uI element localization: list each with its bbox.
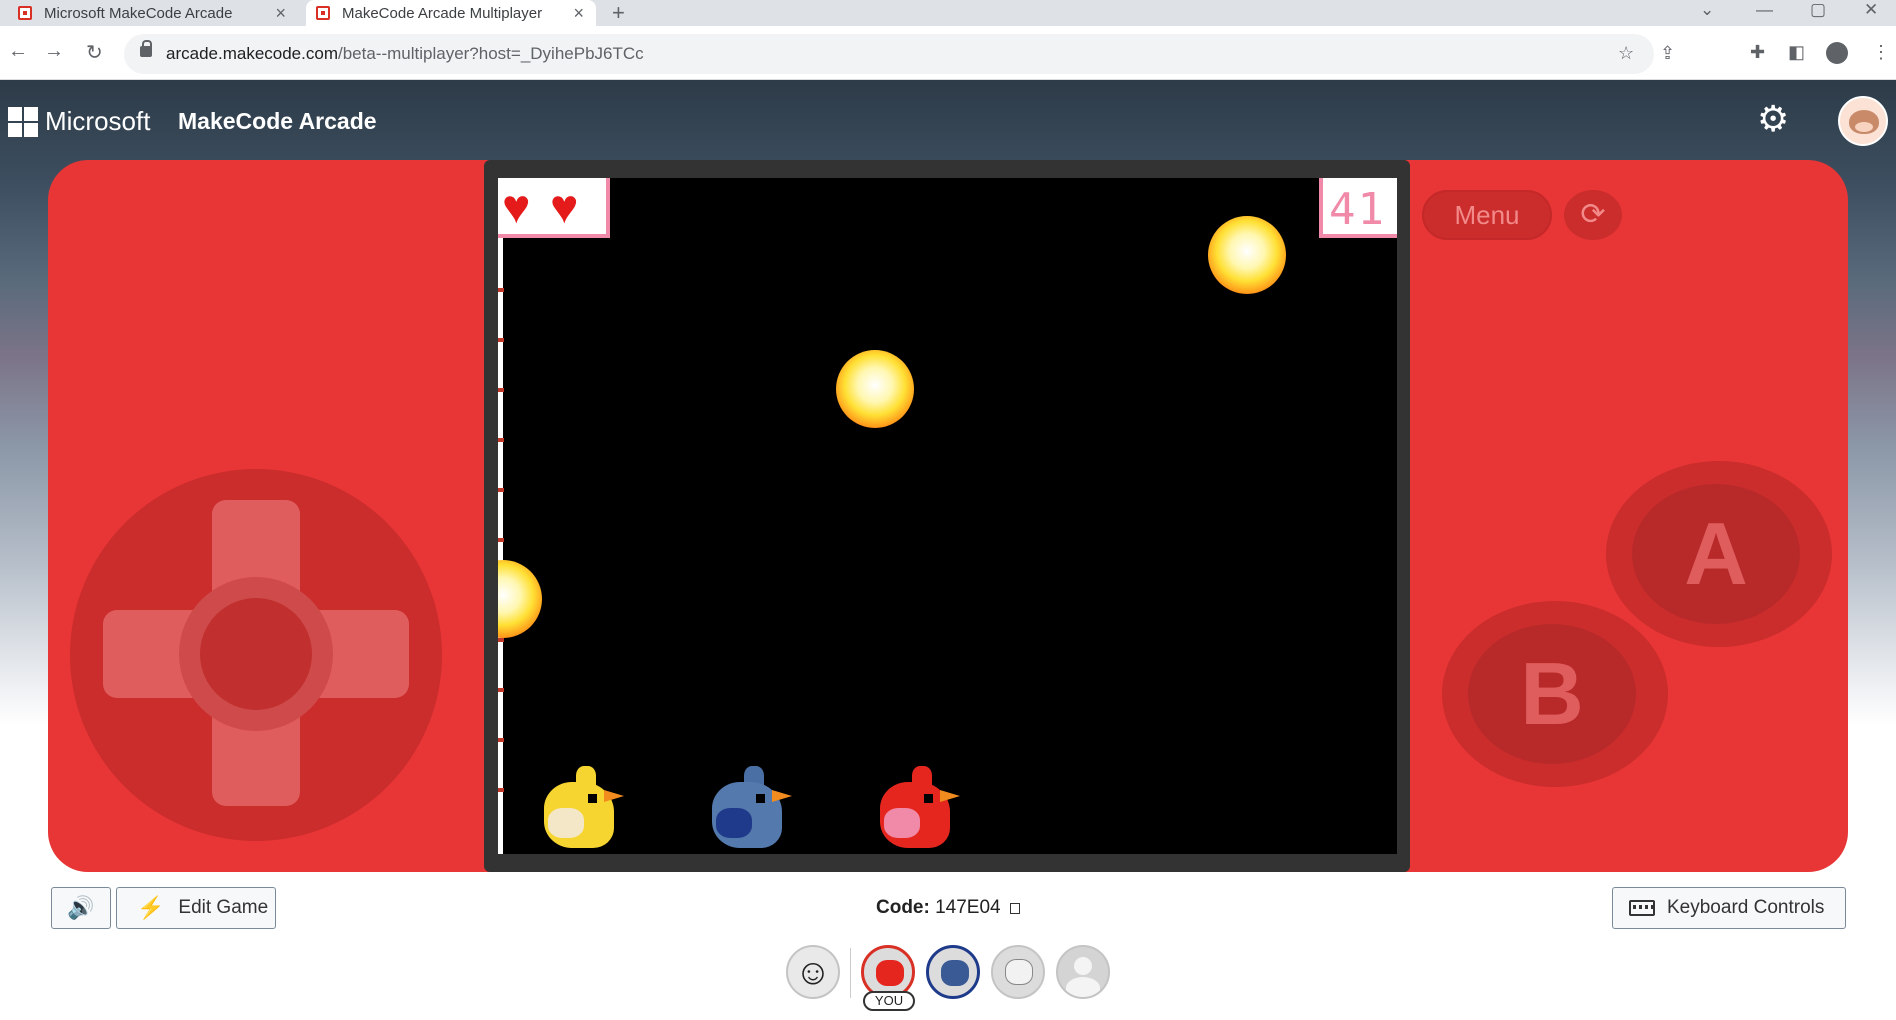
emoji-reaction-button[interactable]: ☺ [786, 945, 840, 999]
share-icon[interactable]: ⇪ [1660, 43, 1675, 64]
edit-game-label: Edit Game [178, 897, 269, 918]
restart-icon[interactable]: ⟳ [1564, 190, 1622, 240]
score-box: 41 [1319, 178, 1397, 238]
browser-toolbar: ← → ↻ arcade.makecode.com/beta--multipla… [0, 26, 1896, 80]
heart-icon: ♥ [550, 181, 579, 234]
score-value: 41 [1329, 184, 1386, 235]
player3-white-avatar[interactable] [991, 945, 1045, 999]
maximize-icon[interactable]: ▢ [1810, 0, 1826, 20]
tab-search-chevron-icon[interactable]: ⌄ [1700, 0, 1714, 20]
browser-tabstrip: Microsoft MakeCode Arcade × MakeCode Arc… [0, 0, 1896, 26]
makecode-favicon-icon [18, 6, 32, 20]
menu-button[interactable]: Menu [1422, 190, 1552, 240]
tab-makecode-arcade-multiplayer[interactable]: MakeCode Arcade Multiplayer × [306, 0, 596, 26]
game-console: ♥ ♥ 41 Menu ⟳ A B [48, 160, 1848, 872]
keyboard-icon [1629, 900, 1655, 916]
player-bird-red [874, 758, 960, 854]
settings-gear-icon[interactable]: ⚙ [1757, 101, 1789, 137]
more-icon[interactable]: ⋮ [1872, 42, 1890, 63]
microsoft-label[interactable]: Microsoft [45, 106, 150, 137]
makecode-page: Microsoft MakeCode Arcade ⚙ ♥ ♥ 41 Menu … [0, 80, 1896, 1011]
fireball [1208, 216, 1286, 294]
game-screen[interactable]: ♥ ♥ 41 [498, 178, 1397, 854]
tab-microsoft-makecode-arcade[interactable]: Microsoft MakeCode Arcade × [8, 0, 298, 26]
minimize-icon[interactable]: — [1756, 0, 1773, 20]
tab-title: Microsoft MakeCode Arcade [44, 4, 233, 22]
address-bar[interactable]: arcade.makecode.com/beta--multiplayer?ho… [124, 34, 1675, 74]
keyboard-controls-label: Keyboard Controls [1667, 897, 1825, 918]
divider [850, 948, 851, 998]
you-badge: YOU [863, 991, 915, 1011]
code-label: Code: [876, 897, 930, 918]
speaker-icon: 🔊 [67, 895, 95, 920]
a-button[interactable]: A [1632, 484, 1800, 624]
left-wall [498, 238, 503, 854]
tab-title: MakeCode Arcade Multiplayer [342, 4, 543, 22]
heart-icon: ♥ [502, 181, 531, 234]
player-bird-yellow [538, 758, 624, 854]
dpad-center[interactable] [200, 598, 312, 710]
player2-blue-avatar[interactable] [926, 945, 980, 999]
star-icon[interactable]: ☆ [1618, 43, 1634, 64]
tab-close-icon[interactable]: × [573, 3, 584, 24]
lightning-icon: ⚡ [137, 895, 165, 920]
url-text[interactable]: arcade.makecode.com/beta--multiplayer?ho… [166, 44, 644, 64]
microsoft-logo-icon[interactable] [8, 107, 38, 137]
product-title[interactable]: MakeCode Arcade [178, 108, 377, 135]
b-button[interactable]: B [1468, 624, 1636, 764]
lives-box: ♥ ♥ [498, 178, 610, 238]
join-code: Code: 147E04 [876, 897, 1020, 919]
makecode-header: Microsoft MakeCode Arcade ⚙ [0, 80, 1896, 158]
player-bar: ☺ YOU [0, 940, 1896, 1020]
close-window-icon[interactable]: ✕ [1864, 0, 1878, 20]
user-avatar[interactable] [1838, 96, 1888, 146]
fireball [836, 350, 914, 428]
sound-button[interactable]: 🔊 [51, 887, 111, 929]
extensions-icon[interactable]: ✚ [1750, 42, 1765, 63]
back-icon[interactable]: ← [8, 40, 28, 63]
makecode-favicon-icon [316, 6, 330, 20]
reload-icon[interactable]: ↻ [86, 40, 103, 65]
new-tab-button[interactable]: + [612, 0, 625, 26]
copy-icon[interactable] [1009, 903, 1020, 914]
player4-empty-slot[interactable] [1056, 945, 1110, 999]
sidepanel-icon[interactable]: ◧ [1788, 42, 1805, 63]
edit-game-button[interactable]: ⚡ Edit Game [116, 887, 276, 929]
tab-close-icon[interactable]: × [275, 3, 286, 24]
player-bird-blue [706, 758, 792, 854]
fireball [498, 560, 542, 638]
keyboard-controls-button[interactable]: Keyboard Controls [1612, 887, 1846, 929]
profile-icon[interactable] [1826, 42, 1848, 64]
lock-icon[interactable] [140, 40, 152, 57]
code-value: 147E04 [935, 897, 1001, 918]
forward-icon[interactable]: → [44, 40, 64, 63]
